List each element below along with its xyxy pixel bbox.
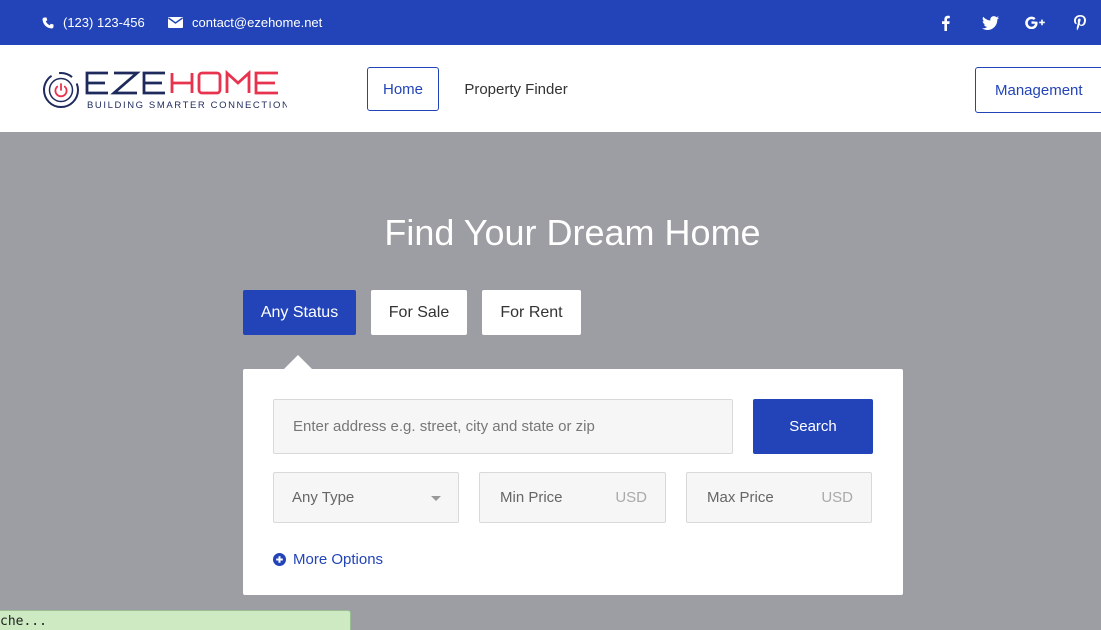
address-search-input[interactable] — [273, 399, 733, 454]
min-price-placeholder: Min Price — [500, 489, 563, 506]
nav-home[interactable]: Home — [367, 67, 439, 111]
tab-for-rent[interactable]: For Rent — [482, 290, 581, 335]
top-contact-bar: (123) 123-456 contact@ezehome.net — [0, 0, 1101, 45]
more-options-link[interactable]: More Options — [273, 551, 383, 568]
max-price-field[interactable]: Max Price USD — [686, 472, 872, 523]
hero-title: Find Your Dream Home — [384, 212, 761, 253]
search-button[interactable]: Search — [753, 399, 873, 454]
logo-tagline: BUILDING SMARTER CONNECTIONS — [87, 100, 287, 111]
more-options-label: More Options — [293, 551, 384, 568]
property-type-value: Any Type — [292, 489, 355, 506]
twitter-icon[interactable] — [975, 0, 1005, 45]
dropdown-arrow-icon — [431, 496, 441, 501]
site-header: BUILDING SMARTER CONNECTIONS Home Proper… — [0, 45, 1101, 132]
property-type-select[interactable]: Any Type — [273, 472, 459, 523]
email-contact[interactable]: contact@ezehome.net — [168, 0, 322, 45]
google-plus-icon[interactable] — [1020, 0, 1050, 45]
tab-any-status[interactable]: Any Status — [243, 290, 356, 335]
max-price-placeholder: Max Price — [707, 489, 774, 506]
phone-number: (123) 123-456 — [63, 15, 145, 30]
pinterest-icon[interactable] — [1065, 0, 1095, 45]
phone-icon — [42, 17, 54, 28]
email-address: contact@ezehome.net — [192, 15, 323, 30]
plus-circle-icon — [273, 553, 286, 566]
browser-status-bubble: che... — [0, 610, 351, 630]
tab-for-sale[interactable]: For Sale — [371, 290, 467, 335]
active-tab-caret — [284, 355, 312, 369]
nav-property-finder[interactable]: Property Finder — [452, 67, 580, 111]
facebook-icon[interactable] — [930, 0, 960, 45]
ezehome-logo[interactable]: BUILDING SMARTER CONNECTIONS — [42, 69, 297, 111]
phone-contact[interactable]: (123) 123-456 — [42, 0, 145, 45]
search-card: Search Any Type Min Price USD Max Price … — [243, 369, 903, 595]
max-price-currency: USD — [821, 489, 853, 506]
nav-management[interactable]: Management — [975, 67, 1101, 113]
min-price-field[interactable]: Min Price USD — [479, 472, 666, 523]
min-price-currency: USD — [615, 489, 647, 506]
envelope-icon — [168, 17, 183, 28]
